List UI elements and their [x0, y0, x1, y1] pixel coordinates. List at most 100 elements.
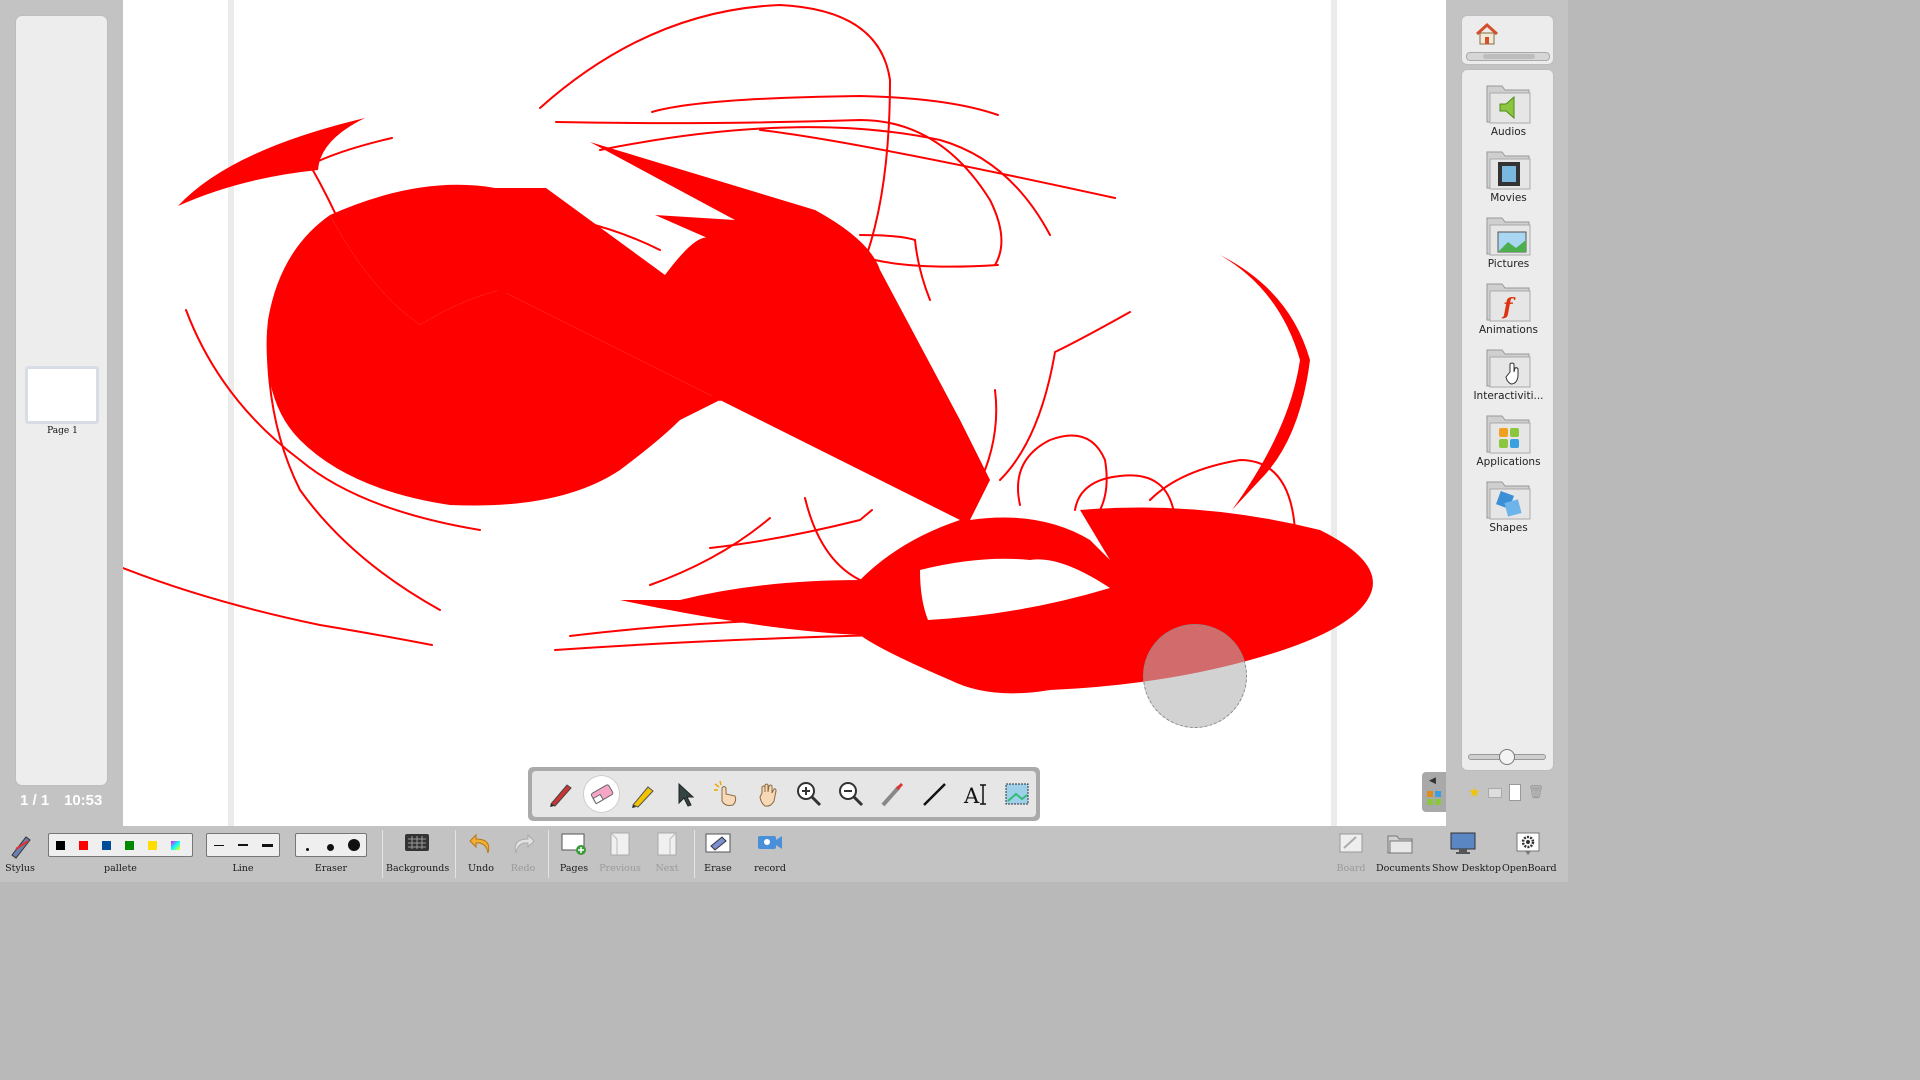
previous-page-button[interactable]: Previous	[598, 826, 642, 882]
play-icon	[714, 780, 737, 806]
color-picker-swatch[interactable]	[171, 840, 180, 850]
marker-tool[interactable]	[624, 775, 662, 813]
eraser-small-option[interactable]	[296, 836, 319, 855]
color-green-swatch[interactable]	[125, 840, 134, 850]
line-thin-option[interactable]	[207, 844, 231, 846]
stylus-button[interactable]: Stylus	[0, 826, 40, 882]
library-item-animations[interactable]: f Animations	[1462, 278, 1555, 336]
line-width-selector	[206, 833, 280, 857]
redo-button[interactable]: Redo	[504, 826, 542, 882]
openboard-label: OpenBoard	[1502, 863, 1557, 874]
eraser-tool[interactable]	[582, 775, 621, 813]
thumbnail-size-slider[interactable]	[1468, 749, 1546, 765]
page-thumbnail[interactable]	[25, 366, 99, 424]
new-folder-icon[interactable]	[1487, 787, 1502, 798]
erase-button[interactable]: Erase	[698, 826, 738, 882]
documents-label: Documents	[1376, 863, 1431, 874]
svg-text:A: A	[963, 784, 980, 808]
library-item-label: Audios	[1490, 126, 1527, 138]
record-button[interactable]: record	[748, 826, 792, 882]
trash-icon[interactable]: 🗑	[1528, 785, 1545, 800]
toolbar-divider	[382, 830, 383, 878]
previous-label: Previous	[599, 863, 641, 874]
eraser-label: Eraser	[314, 863, 348, 874]
color-red-swatch[interactable]	[79, 840, 88, 850]
zoom-in-tool[interactable]	[790, 775, 828, 813]
pages-button[interactable]: Pages	[553, 826, 595, 882]
stylus-icon	[11, 836, 31, 859]
board-label: Board	[1336, 863, 1366, 874]
erase-label: Erase	[704, 863, 732, 874]
pages-label: Pages	[559, 863, 589, 874]
page-counter: 1 / 1	[20, 792, 50, 809]
interactivity-folder-icon	[1486, 349, 1530, 388]
toggle-library-panel-button[interactable]: ◀	[1422, 772, 1446, 812]
zoom-out-tool[interactable]	[832, 775, 870, 813]
laser-pointer-tool[interactable]	[874, 775, 912, 813]
shape-folder-icon	[1486, 481, 1530, 520]
pen-tool[interactable]	[541, 775, 579, 813]
line-medium-option[interactable]	[231, 844, 255, 846]
capture-tool[interactable]	[998, 775, 1036, 813]
color-black-swatch[interactable]	[56, 840, 65, 850]
toolbar-divider	[548, 830, 549, 878]
eraser-large-option[interactable]	[343, 836, 366, 855]
library-item-pictures[interactable]: Pictures	[1462, 212, 1555, 270]
color-yellow-swatch[interactable]	[148, 840, 157, 850]
undo-icon	[469, 833, 490, 854]
library-item-interactivities[interactable]: Interactiviti...	[1462, 344, 1555, 402]
library-item-audios[interactable]: Audios	[1462, 80, 1555, 138]
library-header	[1461, 15, 1554, 65]
drawing-canvas	[123, 3, 1373, 694]
text-tool[interactable]: A	[957, 775, 995, 813]
hand-tool[interactable]	[749, 775, 787, 813]
line-thick-option[interactable]	[255, 843, 279, 847]
backgrounds-button[interactable]: Backgrounds	[386, 826, 449, 882]
color-blue-swatch[interactable]	[102, 840, 111, 850]
library-item-applications[interactable]: Applications	[1462, 410, 1555, 468]
documents-button[interactable]: Documents	[1376, 826, 1431, 882]
marker-icon	[631, 786, 654, 808]
pages-panel: Page 1 1 / 1 10:53	[0, 0, 123, 826]
next-page-icon	[657, 832, 677, 856]
board-mode-button[interactable]: Board	[1332, 826, 1370, 882]
eraser-icon	[591, 784, 614, 805]
hand-icon	[759, 783, 777, 807]
backgrounds-icon	[405, 834, 429, 851]
audio-folder-icon	[1486, 85, 1530, 124]
toolbar-divider	[455, 830, 456, 878]
color-palette	[48, 833, 193, 857]
library-item-shapes[interactable]: Shapes	[1462, 476, 1555, 534]
library-item-label: Interactiviti...	[1473, 390, 1544, 402]
eraser-size-group: Eraser	[295, 826, 367, 882]
application-folder-icon	[1486, 415, 1530, 454]
drawing-board[interactable]	[123, 0, 1446, 826]
line-tool[interactable]	[915, 775, 953, 813]
next-page-button[interactable]: Next	[646, 826, 688, 882]
selector-tool[interactable]	[666, 775, 704, 813]
page-thumbnail-label: Page 1	[47, 426, 78, 436]
blank-page-icon[interactable]	[1508, 784, 1521, 801]
library-path-scrollbar[interactable]	[1466, 52, 1550, 61]
openboard-menu-button[interactable]: OpenBoard	[1502, 826, 1557, 882]
capture-icon	[1005, 783, 1029, 805]
record-label: record	[754, 863, 786, 874]
library-icon	[1427, 791, 1441, 805]
floating-toolbar: A	[528, 767, 1040, 821]
arrow-left-icon: ◀	[1429, 776, 1436, 786]
library-item-movies[interactable]: Movies	[1462, 146, 1555, 204]
next-label: Next	[655, 863, 679, 874]
line-width-group: Line	[206, 826, 280, 882]
eraser-medium-option[interactable]	[319, 836, 342, 855]
movie-folder-icon	[1486, 151, 1530, 190]
favorite-star-icon[interactable]: ★	[1468, 785, 1481, 801]
library-item-label: Shapes	[1489, 522, 1528, 534]
home-icon[interactable]	[1474, 22, 1500, 46]
board-icon	[1339, 833, 1363, 853]
pen-icon	[549, 784, 572, 807]
gear-icon	[1516, 832, 1540, 855]
undo-button[interactable]: Undo	[462, 826, 500, 882]
show-desktop-button[interactable]: Show Desktop	[1432, 826, 1501, 882]
clock: 10:53	[64, 792, 103, 809]
play-tool[interactable]	[707, 775, 745, 813]
